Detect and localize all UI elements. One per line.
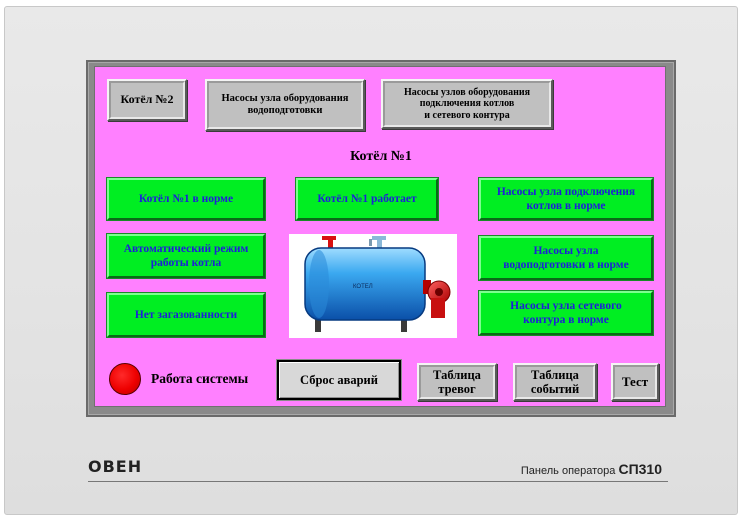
panel-model: СП310	[618, 461, 662, 477]
test-button[interactable]: Тест	[611, 363, 659, 401]
status-auto-mode: Автоматический режим работы котла	[107, 234, 265, 278]
boiler-2-button[interactable]: Котёл №2	[107, 79, 187, 121]
event-table-button[interactable]: Таблица событий	[513, 363, 597, 401]
panel-caption: Панель оператора СП310	[521, 461, 662, 477]
status-boiler-ok: Котёл №1 в норме	[107, 178, 265, 220]
alarm-table-button[interactable]: Таблица тревог	[417, 363, 497, 401]
boiler-image-panel: КОТЕЛ	[289, 234, 457, 338]
event-table-button-label: Таблица событий	[515, 365, 595, 399]
reset-alarms-button[interactable]: Сброс аварий	[276, 359, 402, 401]
water-prep-pumps-button[interactable]: Насосы узла оборудования водоподготовки	[205, 79, 365, 131]
connection-pumps-button-label: Насосы узлов оборудования подключения ко…	[383, 81, 551, 127]
caption-divider	[88, 481, 668, 482]
panel-caption-text: Панель оператора	[520, 465, 616, 477]
test-button-label: Тест	[613, 365, 657, 399]
status-boiler-running: Котёл №1 работает	[296, 178, 438, 220]
status-water-pumps-ok: Насосы узла водоподготовки в норме	[479, 236, 653, 280]
water-prep-pumps-button-label: Насосы узла оборудования водоподготовки	[207, 81, 363, 129]
alarm-table-button-label: Таблица тревог	[419, 365, 495, 399]
connection-pumps-button[interactable]: Насосы узлов оборудования подключения ко…	[381, 79, 553, 129]
system-status-label: Работа системы	[151, 371, 249, 386]
boiler-2-button-label: Котёл №2	[109, 81, 185, 119]
owen-logo: ОВЕН	[88, 457, 142, 475]
svg-text:ОВЕН: ОВЕН	[88, 457, 142, 475]
system-status-lamp	[109, 363, 141, 395]
boiler-icon: КОТЕЛ	[304, 236, 451, 332]
page-title: Котёл №1	[350, 149, 412, 164]
status-network-pumps-ok: Насосы узла сетевого контура в норме	[479, 291, 653, 335]
status-no-gas: Нет загазованности	[107, 293, 265, 337]
hmi-screen: Котёл №2 Насосы узла оборудования водопо…	[94, 66, 666, 407]
status-connection-pumps-ok: Насосы узла подключения котлов в норме	[479, 178, 653, 220]
boiler-label: КОТЕЛ	[353, 284, 373, 290]
